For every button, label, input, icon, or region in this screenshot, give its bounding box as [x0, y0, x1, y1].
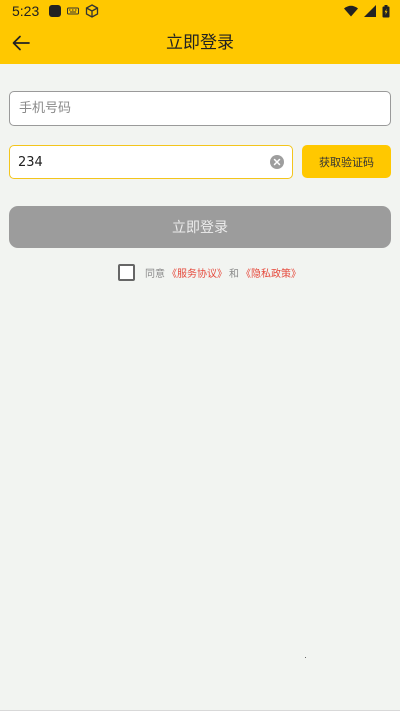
agreement-row: 同意 《服务协议》 和 《隐私政策》: [118, 263, 301, 281]
login-button[interactable]: 立即登录: [9, 206, 391, 248]
status-bar: 5:23: [0, 0, 400, 22]
close-icon: [273, 158, 281, 166]
page-title: 立即登录: [166, 33, 234, 53]
phone-number-input[interactable]: [9, 91, 391, 126]
verification-code-field: [9, 145, 293, 179]
status-time: 5:23: [12, 3, 40, 19]
battery-icon: [382, 4, 390, 17]
keyboard-icon: [67, 7, 80, 15]
agreement-prefix: 同意: [145, 268, 165, 280]
stray-dot: [305, 657, 306, 658]
wifi-icon: [344, 5, 358, 17]
verification-code-input[interactable]: [10, 146, 260, 178]
get-verification-code-button[interactable]: 获取验证码: [302, 145, 391, 178]
clear-input-button[interactable]: [270, 155, 284, 169]
app-bar: 立即登录: [0, 22, 400, 64]
status-right-icons: [344, 4, 390, 18]
status-left-icons: [49, 4, 99, 18]
app-square-icon: [49, 5, 62, 17]
cube-icon: [86, 4, 99, 18]
agreement-and: 和: [229, 268, 239, 280]
agreement-checkbox[interactable]: [118, 263, 135, 281]
signal-icon: [364, 5, 376, 17]
service-agreement-link[interactable]: 《服务协议》: [167, 265, 227, 280]
privacy-policy-link[interactable]: 《隐私政策》: [241, 265, 301, 280]
